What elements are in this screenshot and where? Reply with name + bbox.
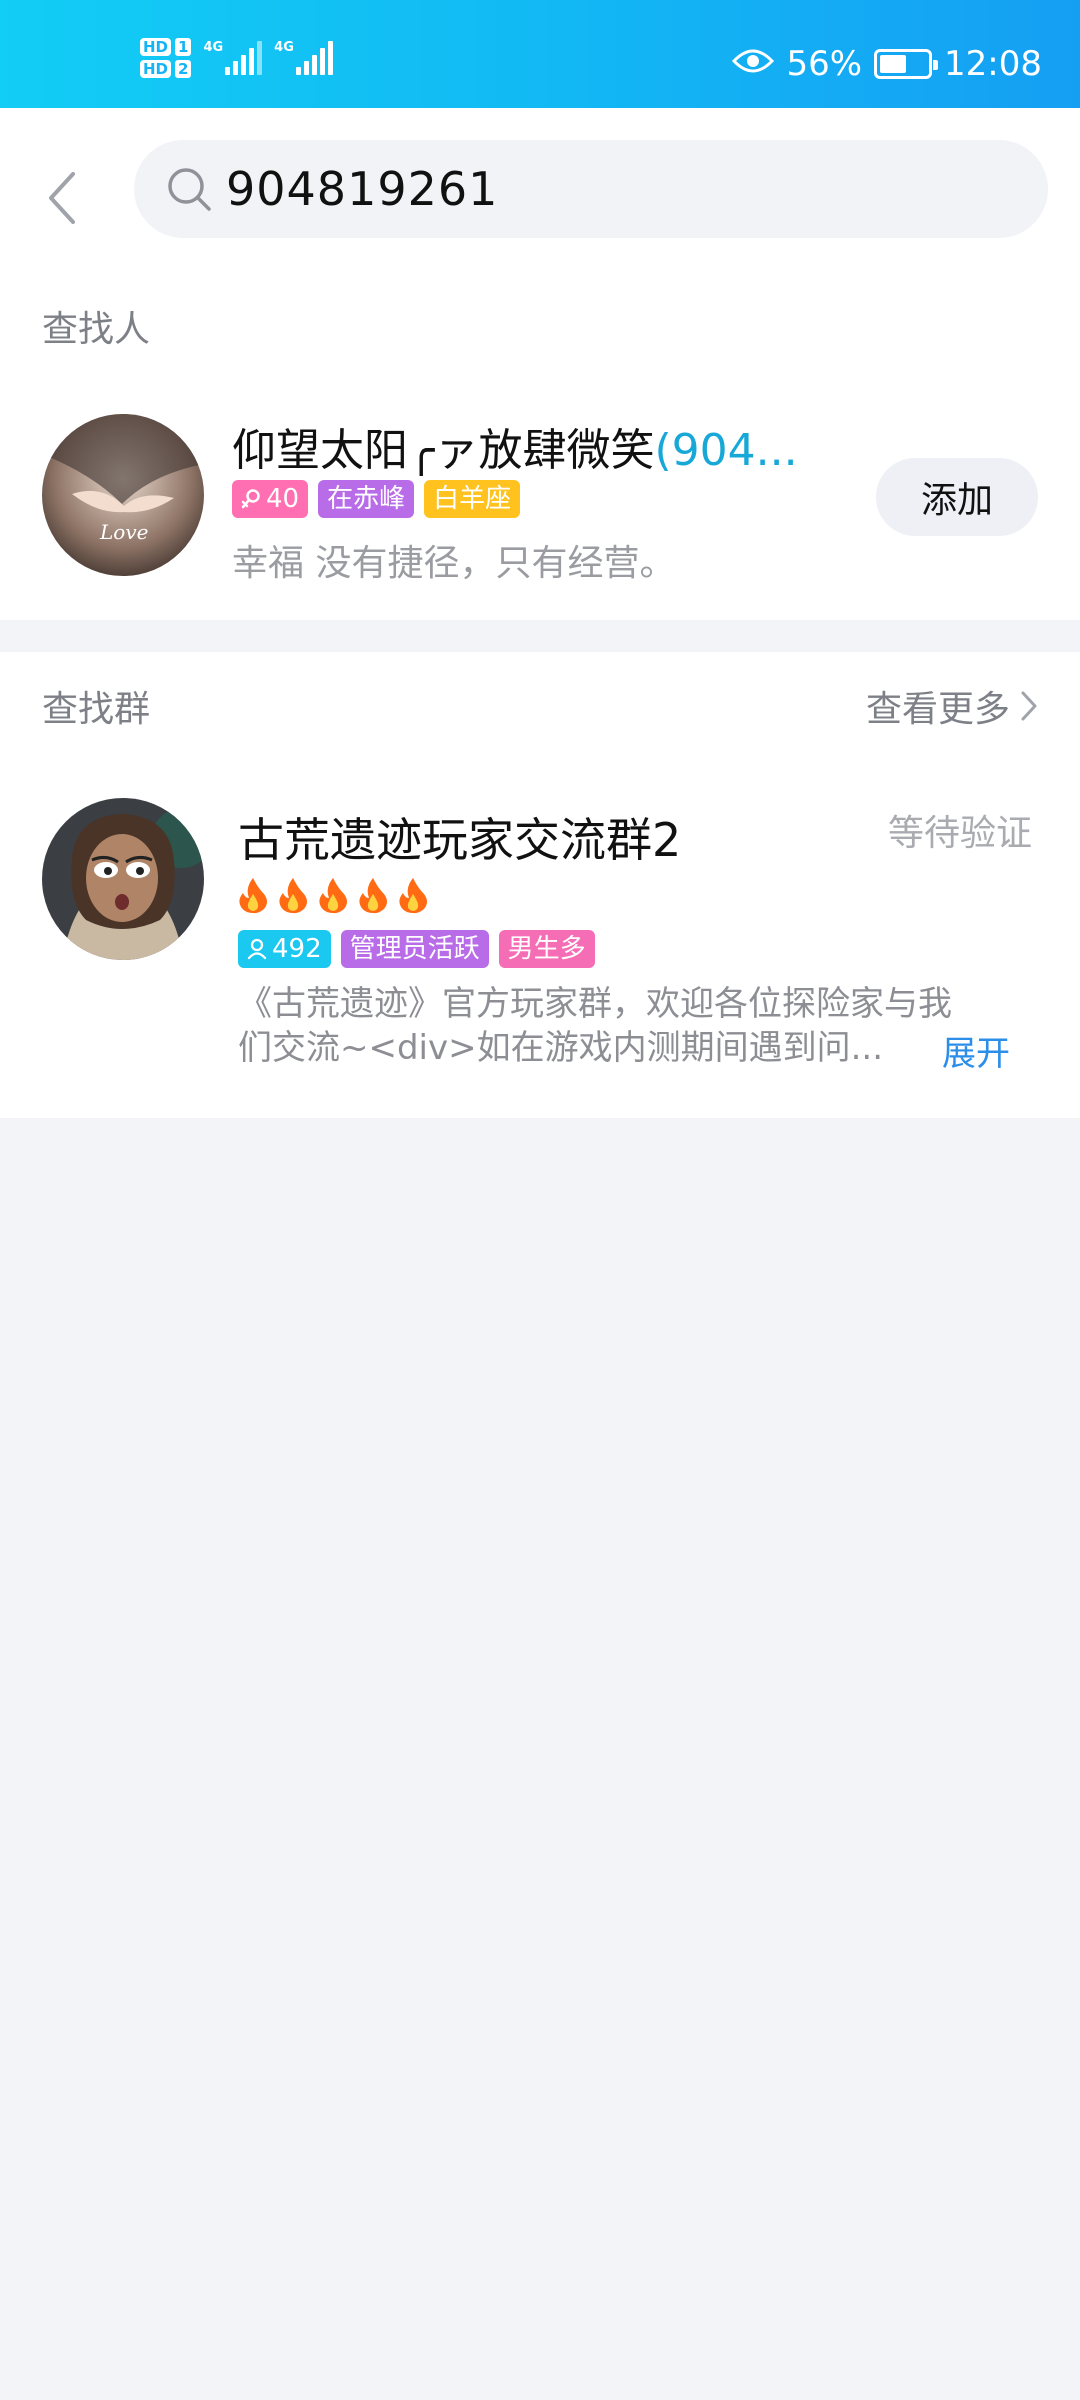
signal-icon-1: 4G — [203, 41, 263, 75]
person-id: (904... — [654, 425, 798, 476]
female-icon — [241, 489, 260, 509]
person-avatar[interactable]: Love — [42, 414, 204, 576]
chevron-right-icon — [1021, 691, 1037, 721]
hd-badge-2: HD — [140, 60, 172, 78]
group-avatar[interactable] — [42, 798, 204, 960]
battery-icon — [874, 49, 939, 79]
location-tag: 在赤峰 — [318, 480, 415, 518]
male-majority-tag: 男生多 — [498, 930, 595, 968]
battery-percent: 56% — [786, 44, 863, 84]
age-tag: 40 — [232, 480, 309, 518]
group-description: 《古荒遗迹》官方玩家群，欢迎各位探险家与我 们交流~<div>如在游戏内测期间遇… — [238, 984, 952, 1068]
zodiac-tag: 白羊座 — [424, 480, 521, 518]
eye-comfort-icon — [732, 44, 775, 84]
search-input[interactable]: 904819261 — [134, 140, 1048, 238]
search-query[interactable]: 904819261 — [226, 162, 498, 216]
back-button[interactable] — [30, 158, 94, 238]
member-count-tag: 492 — [238, 930, 331, 968]
person-name: 仰望太阳╭ァ放肆微笑(904... — [232, 414, 798, 478]
signal-icon-2: 4G — [274, 41, 333, 75]
sim-number-1: 1 — [175, 38, 192, 56]
hd-badge-1: HD — [140, 38, 172, 56]
search-header: 904819261 — [0, 108, 1080, 278]
signal-area: HD 1 HD 2 4G 4G — [140, 34, 333, 82]
flame-icon — [279, 878, 307, 914]
flame-icon — [319, 878, 347, 914]
chevron-left-icon — [49, 172, 75, 224]
people-section-title: 查找人 — [42, 309, 151, 350]
status-right: 56% 12:08 — [732, 40, 1042, 88]
search-icon — [168, 168, 211, 211]
member-icon — [247, 938, 267, 960]
clock: 12:08 — [944, 44, 1042, 84]
hd-indicators: HD 1 HD 2 — [140, 38, 192, 78]
svg-text:Love: Love — [99, 520, 148, 544]
see-more-link[interactable]: 查看更多 — [866, 680, 1038, 732]
person-nickname: 仰望太阳╭ァ放肆微笑 — [232, 425, 655, 476]
admin-active-tag: 管理员活跃 — [340, 930, 489, 968]
group-name: 古荒遗迹玩家交流群2 — [238, 813, 682, 867]
person-signature: 幸福 没有捷径，只有经营。 — [232, 543, 676, 584]
person-tags: 40 在赤峰 白羊座 — [232, 480, 521, 518]
groups-section: 查找群 查看更多 古荒遗迹玩家交流群2 等待验证 492 管理员活跃 男生多 《… — [0, 652, 1080, 1118]
expand-link[interactable]: 展开 — [942, 1026, 1010, 1075]
flame-icon — [359, 878, 387, 914]
flame-icon — [399, 878, 427, 914]
groups-section-title: 查找群 — [42, 689, 151, 730]
sim-number-2: 2 — [175, 60, 192, 78]
group-status: 等待验证 — [887, 813, 1032, 854]
add-friend-button[interactable]: 添加 — [876, 458, 1038, 536]
people-section: 查找人 Love 仰望太阳╭ァ放肆微笑(904... 40 在赤峰 白羊座 幸福… — [0, 278, 1080, 620]
group-activity-flames — [236, 876, 430, 914]
status-bar: HD 1 HD 2 4G 4G 56% 12:08 — [0, 0, 1080, 108]
group-tags: 492 管理员活跃 男生多 — [238, 930, 595, 968]
flame-icon — [239, 878, 267, 914]
